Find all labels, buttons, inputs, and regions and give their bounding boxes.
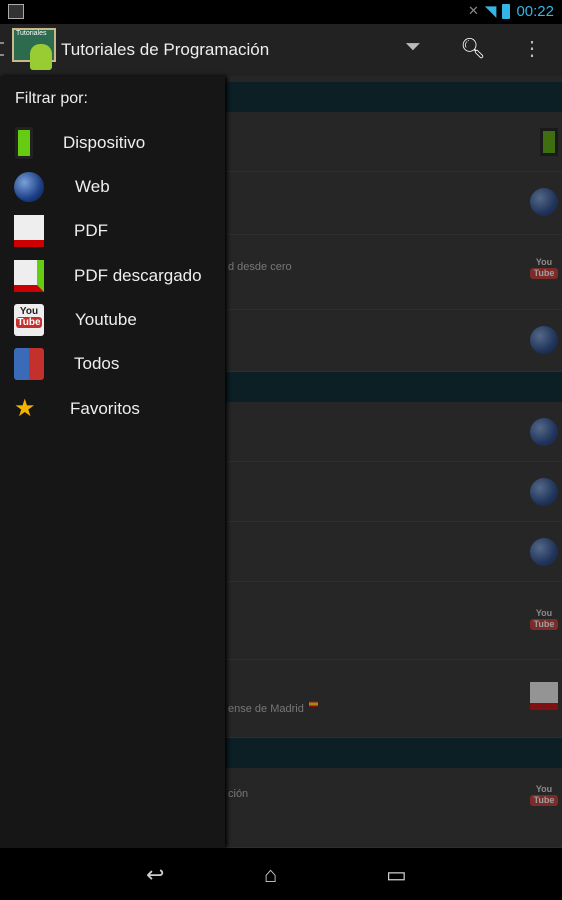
globe-icon: [530, 538, 558, 566]
youtube-icon: You Tube: [530, 257, 558, 285]
image-notification-icon: [8, 4, 24, 19]
filter-dispositivo[interactable]: Dispositivo: [0, 123, 225, 163]
pdf-icon: [14, 215, 44, 247]
pdf-icon: [530, 682, 558, 710]
filter-button[interactable]: ⏷: [398, 36, 428, 64]
mute-icon: ✕: [468, 3, 479, 18]
star-icon: ★: [14, 395, 36, 422]
filter-label: PDF: [74, 221, 108, 240]
wifi-icon: ◥: [484, 3, 497, 20]
app-logo[interactable]: Tutoriales: [12, 28, 56, 72]
device-icon: [540, 128, 558, 156]
filter-label: Todos: [74, 354, 120, 373]
system-nav-bar: ↩ ⌂ ▭: [0, 848, 562, 900]
logo-text: Tutoriales: [16, 30, 47, 37]
drawer-indicator-icon[interactable]: [0, 42, 4, 56]
globe-icon: [14, 172, 44, 202]
youtube-icon: You Tube: [530, 608, 558, 636]
youtube-icon: You Tube: [530, 784, 558, 812]
action-bar: Tutoriales Tutoriales de Programación ⏷ …: [0, 24, 562, 76]
list-item-title: ense de Madrid: [228, 703, 304, 715]
filter-label: Web: [75, 177, 110, 196]
youtube-icon: You Tube: [14, 304, 44, 336]
globe-icon: [530, 326, 558, 354]
filter-pdf[interactable]: PDF: [0, 211, 225, 251]
battery-icon: [502, 3, 511, 19]
search-icon: 🔍︎: [460, 38, 486, 60]
home-button[interactable]: ⌂: [264, 862, 277, 888]
filter-label: Youtube: [75, 310, 137, 329]
filter-youtube[interactable]: You Tube Youtube: [0, 300, 225, 340]
filter-label: PDF descargado: [74, 266, 202, 285]
back-button[interactable]: ↩: [146, 862, 164, 888]
globe-icon: [530, 418, 558, 446]
status-bar: ✕ ◥ 00:22: [0, 0, 562, 24]
recents-button[interactable]: ▭: [386, 862, 407, 888]
overflow-menu-button[interactable]: ⋮: [517, 36, 547, 64]
device-icon: [15, 127, 33, 159]
search-button[interactable]: 🔍︎: [458, 36, 488, 64]
android-robot-icon: [30, 44, 52, 70]
filter-pdf-descargado[interactable]: PDF descargado: [0, 256, 225, 296]
filter-icon: ⏷: [405, 36, 421, 58]
all-icon: [14, 348, 44, 380]
filter-label: Dispositivo: [63, 133, 146, 152]
filter-web[interactable]: Web: [0, 167, 225, 207]
filter-todos[interactable]: Todos: [0, 344, 225, 384]
filter-favoritos[interactable]: ★ Favoritos: [0, 389, 225, 429]
drawer-heading: Filtrar por:: [15, 90, 88, 107]
app-title: Tutoriales de Programación: [61, 40, 270, 59]
spain-flag-icon: [309, 701, 318, 707]
more-vert-icon: ⋮: [522, 38, 542, 60]
list-item-title: d desde cero: [228, 261, 292, 273]
clock: 00:22: [516, 2, 554, 20]
list-item-title: ción: [228, 788, 249, 800]
globe-icon: [530, 478, 558, 506]
filter-drawer: Filtrar por: Dispositivo Web PDF PDF des…: [0, 76, 225, 848]
filter-label: Favoritos: [70, 399, 140, 418]
pdf-downloaded-icon: [14, 260, 44, 292]
globe-icon: [530, 188, 558, 216]
